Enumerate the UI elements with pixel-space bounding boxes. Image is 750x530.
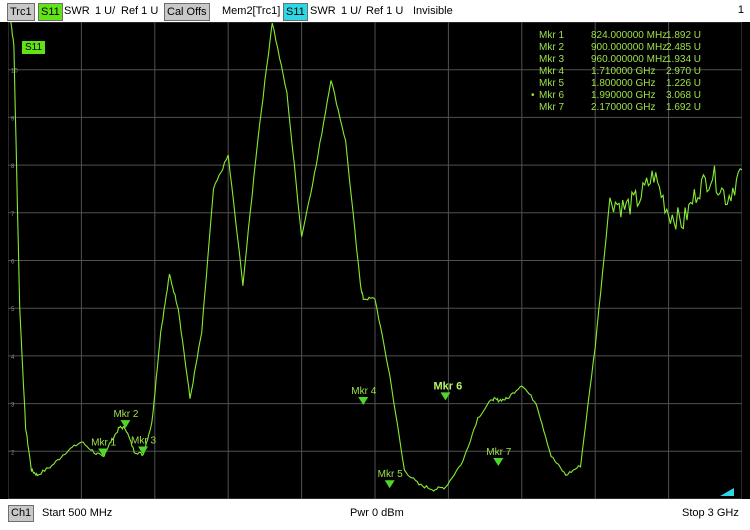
marker-name: Mkr 2: [539, 42, 564, 53]
marker-triangle-icon: [98, 448, 109, 457]
marker-label: Mkr 2: [113, 409, 138, 420]
marker-value: 2.970 U: [666, 66, 702, 77]
trace-header-bar: Trc1 S11 SWR 1 U/ Ref 1 U Cal Offs Mem2[…: [0, 0, 750, 22]
marker-frequency: 900.000000 MHz: [591, 42, 668, 53]
marker-name: Mkr 6: [539, 90, 564, 101]
trace-param-s11[interactable]: S11: [38, 3, 63, 21]
marker-triangle-icon: [440, 392, 451, 401]
marker-value: 1.226 U: [666, 78, 702, 89]
memory-trace-label[interactable]: Mem2[Trc1]: [222, 3, 280, 19]
marker-frequency: 1.710000 GHz: [591, 66, 656, 77]
channel-index: 1: [737, 4, 744, 16]
marker-label: Mkr 3: [131, 435, 156, 446]
memory-state[interactable]: Invisible: [413, 3, 453, 19]
marker-frequency: 1.990000 GHz: [591, 90, 656, 101]
stop-frequency[interactable]: Stop 3 GHz: [682, 507, 739, 519]
trace-ref[interactable]: Ref 1 U: [121, 3, 158, 19]
trace-scale[interactable]: 1 U/: [95, 3, 115, 19]
start-frequency[interactable]: Start 500 MHz: [42, 507, 112, 519]
vna-screen: Trc1 S11 SWR 1 U/ Ref 1 U Cal Offs Mem2[…: [0, 0, 750, 530]
channel-badge[interactable]: Ch1: [8, 505, 35, 522]
marker-triangle-icon: [120, 420, 131, 429]
marker-label: Mkr 4: [351, 386, 376, 397]
marker-value: 3.068 U: [666, 90, 702, 101]
marker-triangle-icon: [138, 446, 149, 455]
trace-tag: S11: [22, 41, 46, 54]
marker-name: Mkr 5: [539, 78, 564, 89]
cal-offset-badge[interactable]: Cal Offs: [164, 3, 210, 21]
marker-frequency: 1.800000 GHz: [591, 78, 656, 89]
marker-label: Mkr 6: [433, 380, 462, 392]
marker-value: 1.934 U: [666, 54, 702, 65]
marker-frequency: 824.000000 MHz: [591, 30, 668, 41]
marker-name: Mkr 7: [539, 102, 564, 113]
marker-label: Mkr 7: [486, 447, 511, 458]
marker-value: 2.485 U: [666, 42, 702, 53]
memory-format[interactable]: SWR: [310, 3, 336, 19]
y-tick-labels: 1098765432: [11, 69, 18, 457]
memory-ref[interactable]: Ref 1 U: [366, 3, 403, 19]
stop-indicator-icon: [720, 488, 734, 496]
trace-format[interactable]: SWR: [64, 3, 90, 19]
trace-label[interactable]: Trc1: [7, 3, 35, 21]
marker-name: Mkr 4: [539, 66, 564, 77]
marker-name: Mkr 1: [539, 30, 564, 41]
source-power[interactable]: Pwr 0 dBm: [350, 507, 404, 519]
plot-area[interactable]: 10 9 8 7 6 5 4 3 2 Mkr 1 Mkr 2 Mkr 3 Mkr 4 Mkr 5 Mkr …: [8, 22, 742, 499]
memory-param-s11[interactable]: S11: [283, 3, 308, 21]
marker-frequency: 960.000000 MHz: [591, 54, 668, 65]
marker-label: Mkr 5: [378, 469, 403, 480]
marker-triangle-icon: [384, 480, 395, 489]
marker-frequency: 2.170000 GHz: [591, 102, 656, 113]
marker-name: Mkr 3: [539, 54, 564, 65]
marker-label: Mkr 1: [91, 437, 116, 448]
memory-scale[interactable]: 1 U/: [341, 3, 361, 19]
marker-value: 1.892 U: [666, 30, 702, 41]
marker-value: 1.692 U: [666, 102, 702, 113]
status-footer-bar: Ch1 Start 500 MHz Pwr 0 dBm Stop 3 GHz: [0, 499, 750, 530]
marker-triangle-icon: [493, 457, 504, 466]
active-marker-icon: •: [531, 90, 535, 101]
